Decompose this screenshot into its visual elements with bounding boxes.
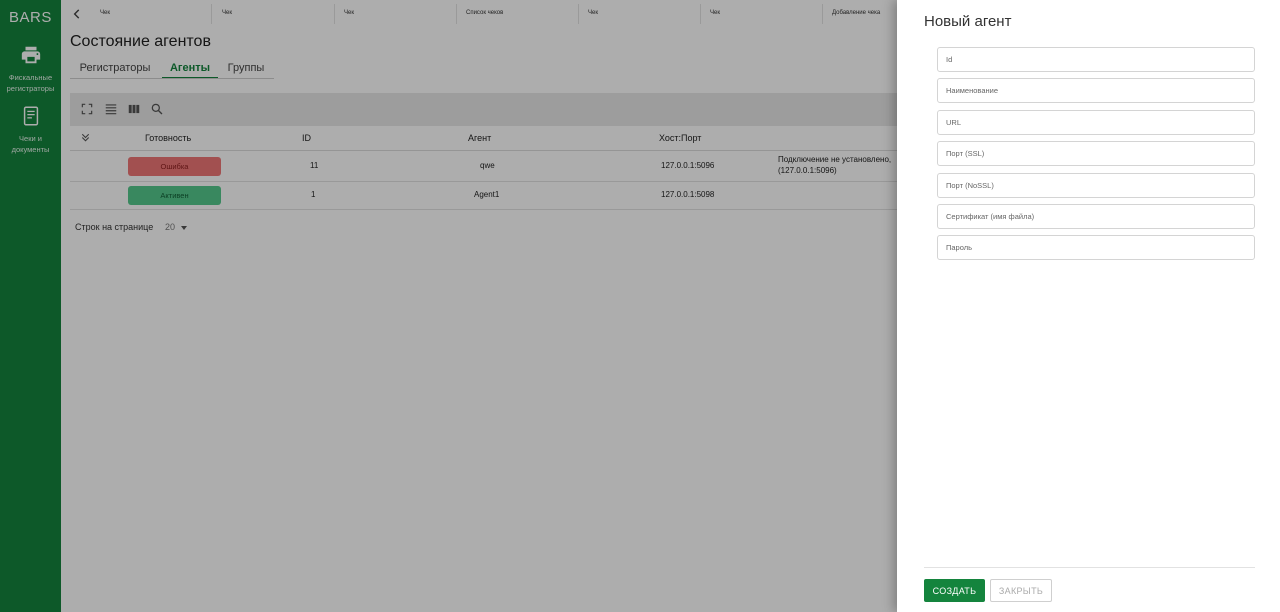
new-agent-drawer: Новый агент СОЗДАТЬ ЗАКРЫТЬ bbox=[897, 0, 1280, 612]
port-ssl-field[interactable] bbox=[937, 141, 1255, 166]
close-button[interactable]: ЗАКРЫТЬ bbox=[990, 579, 1052, 602]
drawer-title: Новый агент bbox=[924, 13, 1012, 30]
password-field[interactable] bbox=[937, 235, 1255, 260]
drawer-divider bbox=[924, 567, 1255, 568]
certificate-field[interactable] bbox=[937, 204, 1255, 229]
url-field[interactable] bbox=[937, 110, 1255, 135]
create-button[interactable]: СОЗДАТЬ bbox=[924, 579, 985, 602]
port-nossl-field[interactable] bbox=[937, 173, 1255, 198]
id-field[interactable] bbox=[937, 47, 1255, 72]
name-field[interactable] bbox=[937, 78, 1255, 103]
modal-backdrop[interactable] bbox=[0, 0, 897, 612]
